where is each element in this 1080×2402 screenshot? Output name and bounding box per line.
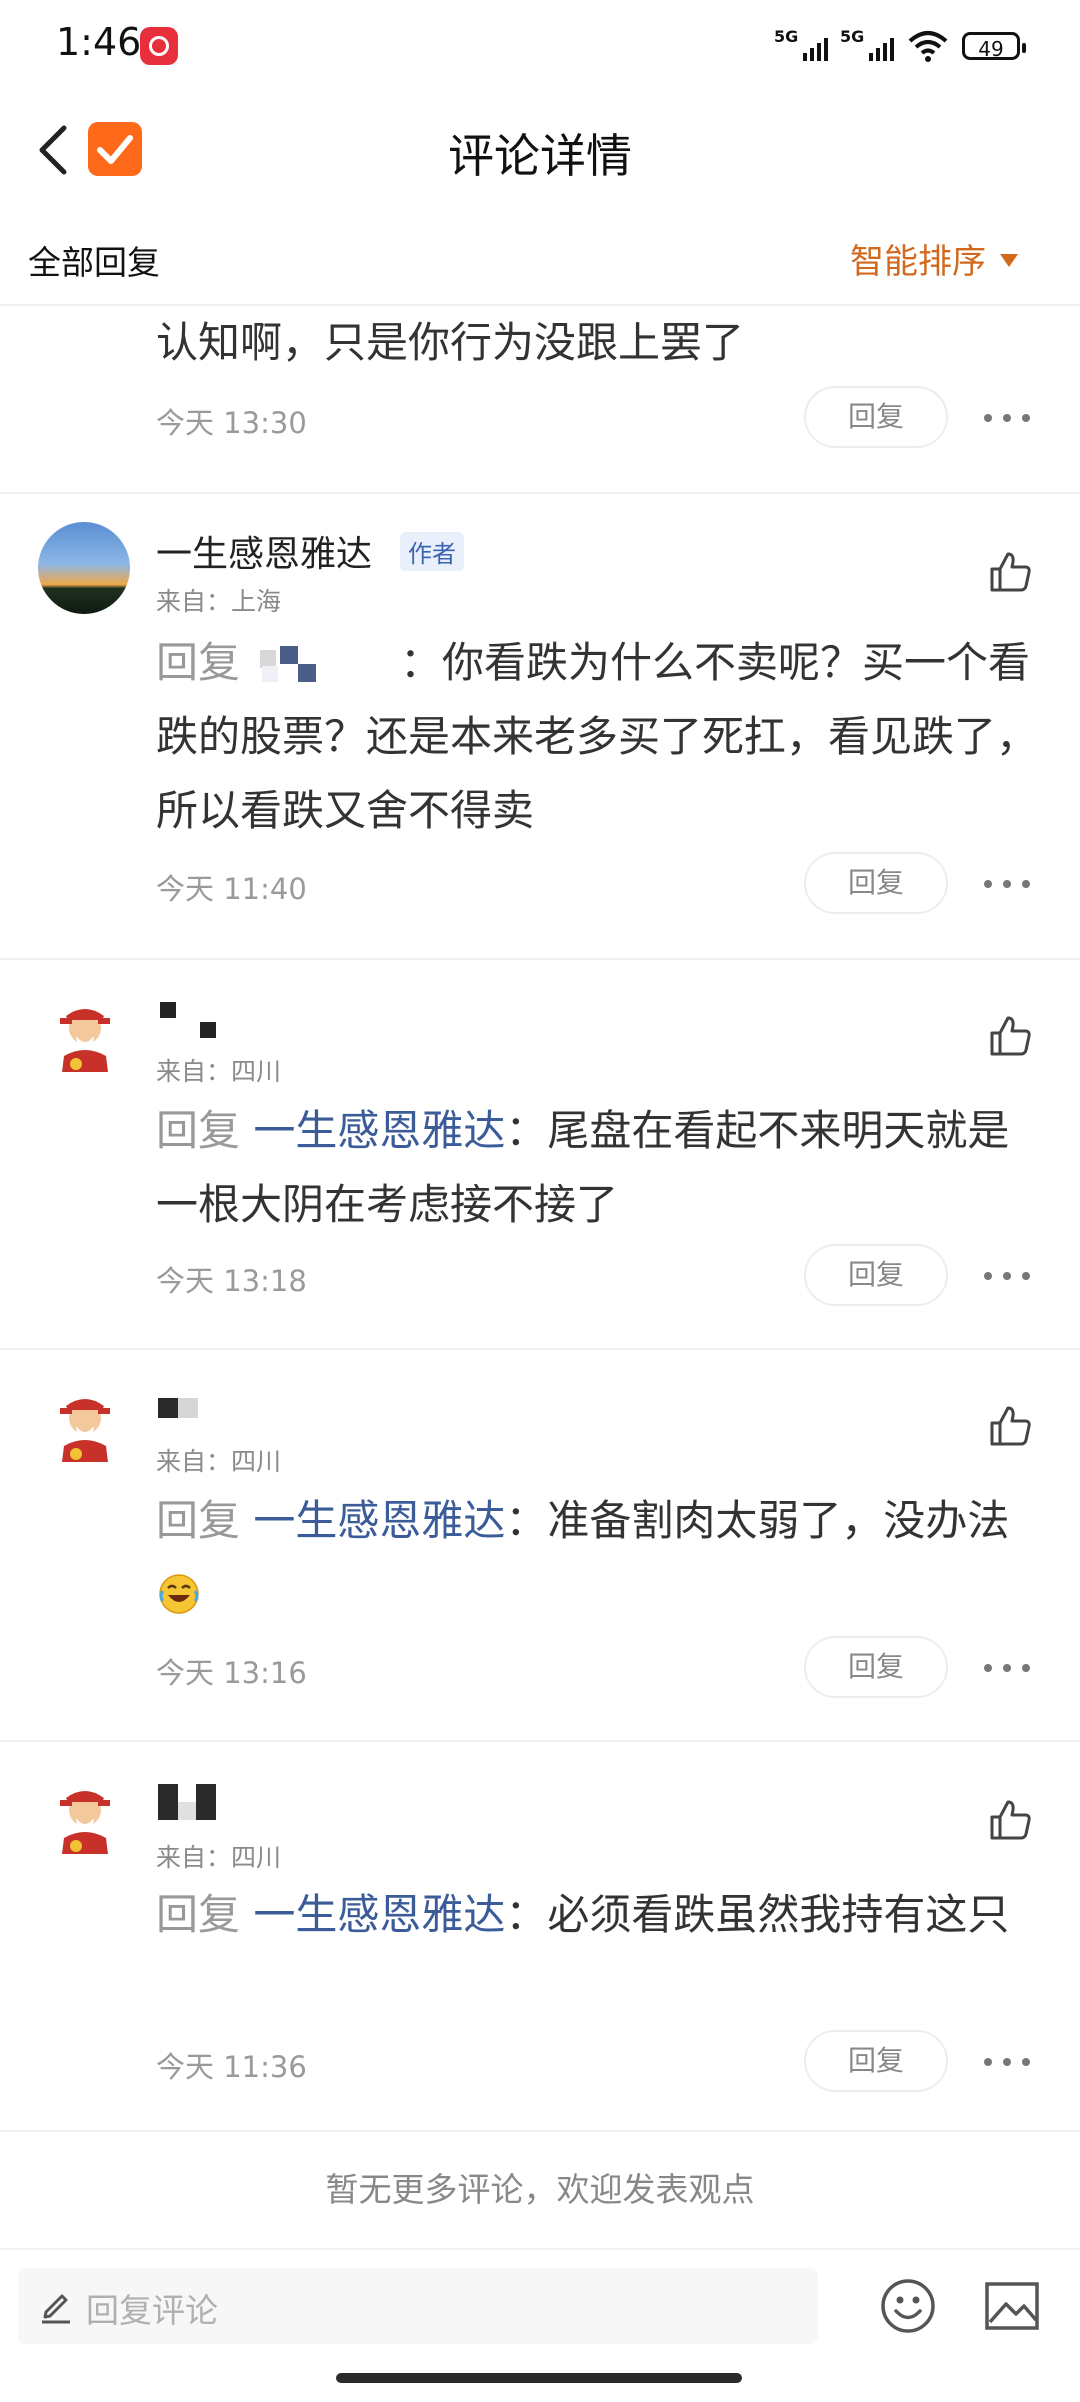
divider bbox=[0, 2130, 1080, 2132]
comment-body: 回复 一生感恩雅达：必须看跌虽然我持有这只 bbox=[156, 1878, 1040, 1952]
no-more-comments-note: 暂无更多评论，欢迎发表观点 bbox=[325, 2170, 755, 2209]
comment-body: 回复 ：你看跌为什么不卖呢？买一个看跌的股票？还是本来老多买了死扛，看见跌了，所以… bbox=[156, 626, 1040, 848]
mention-link[interactable]: 一生感恩雅达 bbox=[253, 1496, 505, 1545]
more-dots-icon[interactable] bbox=[984, 876, 1030, 892]
reply-button[interactable]: 回复 bbox=[804, 2030, 948, 2092]
all-replies-label: 全部回复 bbox=[28, 243, 160, 282]
pen-icon bbox=[42, 2294, 70, 2324]
status-icons: 5G 5G 49 bbox=[774, 26, 1026, 66]
mention-link[interactable]: 一生感恩雅达 bbox=[253, 1890, 505, 1939]
comment-text: ：必须看跌虽然我持有这只 bbox=[505, 1890, 1010, 1939]
mosaic-username bbox=[240, 645, 400, 686]
emoji-icon[interactable] bbox=[880, 2278, 936, 2334]
signal-label: 5G bbox=[774, 27, 799, 46]
battery-icon: 49 bbox=[962, 32, 1026, 61]
more-dots-icon[interactable] bbox=[984, 2054, 1030, 2070]
status-bar: 1:46 5G 5G 49 bbox=[0, 0, 1080, 90]
avatar[interactable] bbox=[38, 522, 130, 614]
comment-time: 今天 13:16 bbox=[156, 1656, 307, 1690]
comment-body: 回复 一生感恩雅达：准备割肉太弱了，没办法 bbox=[156, 1484, 1040, 1632]
reply-prefix: 回复 bbox=[156, 1890, 254, 1939]
location: 来自：四川 bbox=[156, 1057, 282, 1086]
signal-icon: 5G bbox=[774, 27, 828, 63]
comment-body: 回复 一生感恩雅达：尾盘在看起不来明天就是一根大阴在考虑接不接了 bbox=[156, 1094, 1040, 1242]
notification-app-icon bbox=[140, 27, 178, 65]
dropdown-arrow-icon bbox=[1000, 254, 1018, 267]
signal-label: 5G bbox=[840, 27, 865, 46]
signal-icon: 5G bbox=[840, 27, 894, 63]
comment-text: ：准备割肉太弱了，没办法 bbox=[505, 1496, 1010, 1545]
sort-dropdown[interactable]: 智能排序 bbox=[850, 234, 1018, 283]
reply-prefix: 回复 bbox=[156, 1496, 254, 1545]
reply-button[interactable]: 回复 bbox=[804, 1636, 948, 1698]
divider bbox=[0, 1740, 1080, 1742]
mosaic-username bbox=[156, 1396, 204, 1420]
author-badge: 作者 bbox=[400, 532, 464, 571]
thumbs-up-icon[interactable] bbox=[988, 550, 1032, 594]
avatar[interactable] bbox=[52, 1788, 118, 1854]
mosaic-username bbox=[156, 1782, 220, 1822]
page-title: 评论详情 bbox=[448, 129, 632, 183]
comment-time: 今天 11:36 bbox=[156, 2050, 307, 2084]
divider bbox=[0, 1348, 1080, 1350]
reply-button[interactable]: 回复 bbox=[804, 852, 948, 914]
reply-prefix: 回复 bbox=[156, 638, 241, 687]
mention-link[interactable]: 一生感恩雅达 bbox=[253, 1106, 505, 1155]
comment-text: 认知啊，只是你行为没跟上罢了 bbox=[156, 318, 745, 367]
divider bbox=[0, 958, 1080, 960]
laughing-crying-emoji-icon bbox=[159, 1574, 199, 1614]
image-icon[interactable] bbox=[984, 2280, 1040, 2332]
reply-prefix: 回复 bbox=[156, 1106, 254, 1155]
status-time: 1:46 bbox=[56, 20, 142, 64]
mosaic-username bbox=[156, 1002, 216, 1042]
location: 来自：上海 bbox=[156, 587, 282, 616]
reply-button[interactable]: 回复 bbox=[804, 1244, 948, 1306]
thumbs-up-icon[interactable] bbox=[988, 1014, 1032, 1058]
location: 来自：四川 bbox=[156, 1843, 282, 1872]
thumbs-up-icon[interactable] bbox=[988, 1404, 1032, 1448]
more-dots-icon[interactable] bbox=[984, 410, 1030, 426]
wifi-icon bbox=[908, 31, 948, 62]
location: 来自：四川 bbox=[156, 1447, 282, 1476]
reply-input-placeholder: 回复评论 bbox=[86, 2291, 218, 2330]
filter-bar: 全部回复 智能排序 bbox=[0, 210, 1080, 306]
comment-time: 今天 13:18 bbox=[156, 1264, 307, 1298]
avatar[interactable] bbox=[52, 1396, 118, 1462]
thumbs-up-icon[interactable] bbox=[988, 1798, 1032, 1842]
home-indicator[interactable] bbox=[336, 2373, 742, 2383]
reply-input[interactable]: 回复评论 bbox=[18, 2268, 818, 2344]
more-dots-icon[interactable] bbox=[984, 1660, 1030, 1676]
header: 评论详情 bbox=[0, 90, 1080, 210]
reply-button[interactable]: 回复 bbox=[804, 386, 948, 448]
avatar[interactable] bbox=[52, 1006, 118, 1072]
sort-label: 智能排序 bbox=[850, 242, 986, 282]
comment-time: 今天 11:40 bbox=[156, 872, 307, 906]
comment-time: 今天 13:30 bbox=[156, 406, 307, 440]
username[interactable]: 一生感恩雅达 bbox=[156, 525, 372, 577]
more-dots-icon[interactable] bbox=[984, 1268, 1030, 1284]
divider bbox=[0, 492, 1080, 494]
